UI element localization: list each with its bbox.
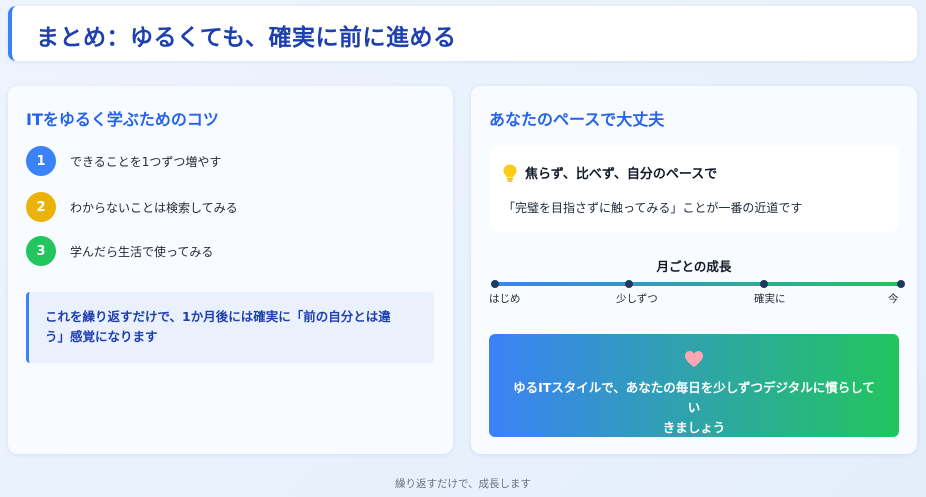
timeline-dot xyxy=(625,280,633,288)
timeline-label-start: はじめ xyxy=(489,293,521,305)
growth-title: 月ごとの成長 xyxy=(656,259,732,274)
encouragement-banner: ゆるITスタイルで、あなたの毎日を少しずつデジタルに慣らしてい きましょう xyxy=(489,334,899,437)
pace-card: あなたのペースで大丈夫 焦らず、比べず、自分のペースで 「完璧を目指さずに触って… xyxy=(471,86,917,454)
tip-item: 1 できることを1つずつ増やす xyxy=(26,146,221,176)
page-title: まとめ：ゆるくても、確実に前に進める xyxy=(36,25,457,51)
callout-line: う」感覚になります xyxy=(45,329,158,344)
step-number-badge: 1 xyxy=(26,146,56,176)
tips-card-title: ITをゆるく学ぶためのコツ xyxy=(26,110,219,129)
callout-line: これを繰り返すだけで、1か月後には確実に「前の自分とは違 xyxy=(45,309,391,324)
tip-text: わからないことは検索してみる xyxy=(70,200,238,215)
timeline-label-gradually: 少しずつ xyxy=(616,293,658,305)
lightbulb-icon xyxy=(503,164,517,182)
growth-timeline xyxy=(491,280,905,288)
note-heading: 焦らず、比べず、自分のペースで xyxy=(525,167,718,182)
step-number-badge: 3 xyxy=(26,236,56,266)
heart-icon xyxy=(685,351,703,367)
tip-item: 3 学んだら生活で使ってみる xyxy=(26,236,213,266)
tip-text: 学んだら生活で使ってみる xyxy=(70,244,214,259)
tip-item: 2 わからないことは検索してみる xyxy=(26,192,238,222)
pace-card-title: あなたのペースで大丈夫 xyxy=(489,110,665,129)
timeline-dot xyxy=(760,280,768,288)
step-number-badge: 2 xyxy=(26,192,56,222)
footer-text: 繰り返すだけで、成長します xyxy=(394,478,532,490)
timeline-line xyxy=(495,282,901,286)
banner-line: ゆるITスタイルで、あなたの毎日を少しずつデジタルに慣らしてい xyxy=(513,380,875,415)
summary-callout: これを繰り返すだけで、1か月後には確実に「前の自分とは違 う」感覚になります xyxy=(26,292,434,363)
banner-line: きましょう xyxy=(662,420,726,435)
page-header: まとめ：ゆるくても、確実に前に進める xyxy=(8,6,917,61)
timeline-dot xyxy=(491,280,499,288)
tips-card: ITをゆるく学ぶためのコツ 1 できることを1つずつ増やす 2 わからないことは… xyxy=(8,86,453,454)
timeline-dot xyxy=(897,280,905,288)
tip-text: できることを1つずつ増やす xyxy=(70,154,222,169)
timeline-label-now: 今 xyxy=(888,293,899,305)
note-body: 「完璧を目指さずに触ってみる」ことが一番の近道です xyxy=(503,201,803,215)
timeline-label-steadily: 確実に xyxy=(754,293,786,305)
advice-note: 焦らず、比べず、自分のペースで 「完璧を目指さずに触ってみる」ことが一番の近道で… xyxy=(489,146,899,232)
